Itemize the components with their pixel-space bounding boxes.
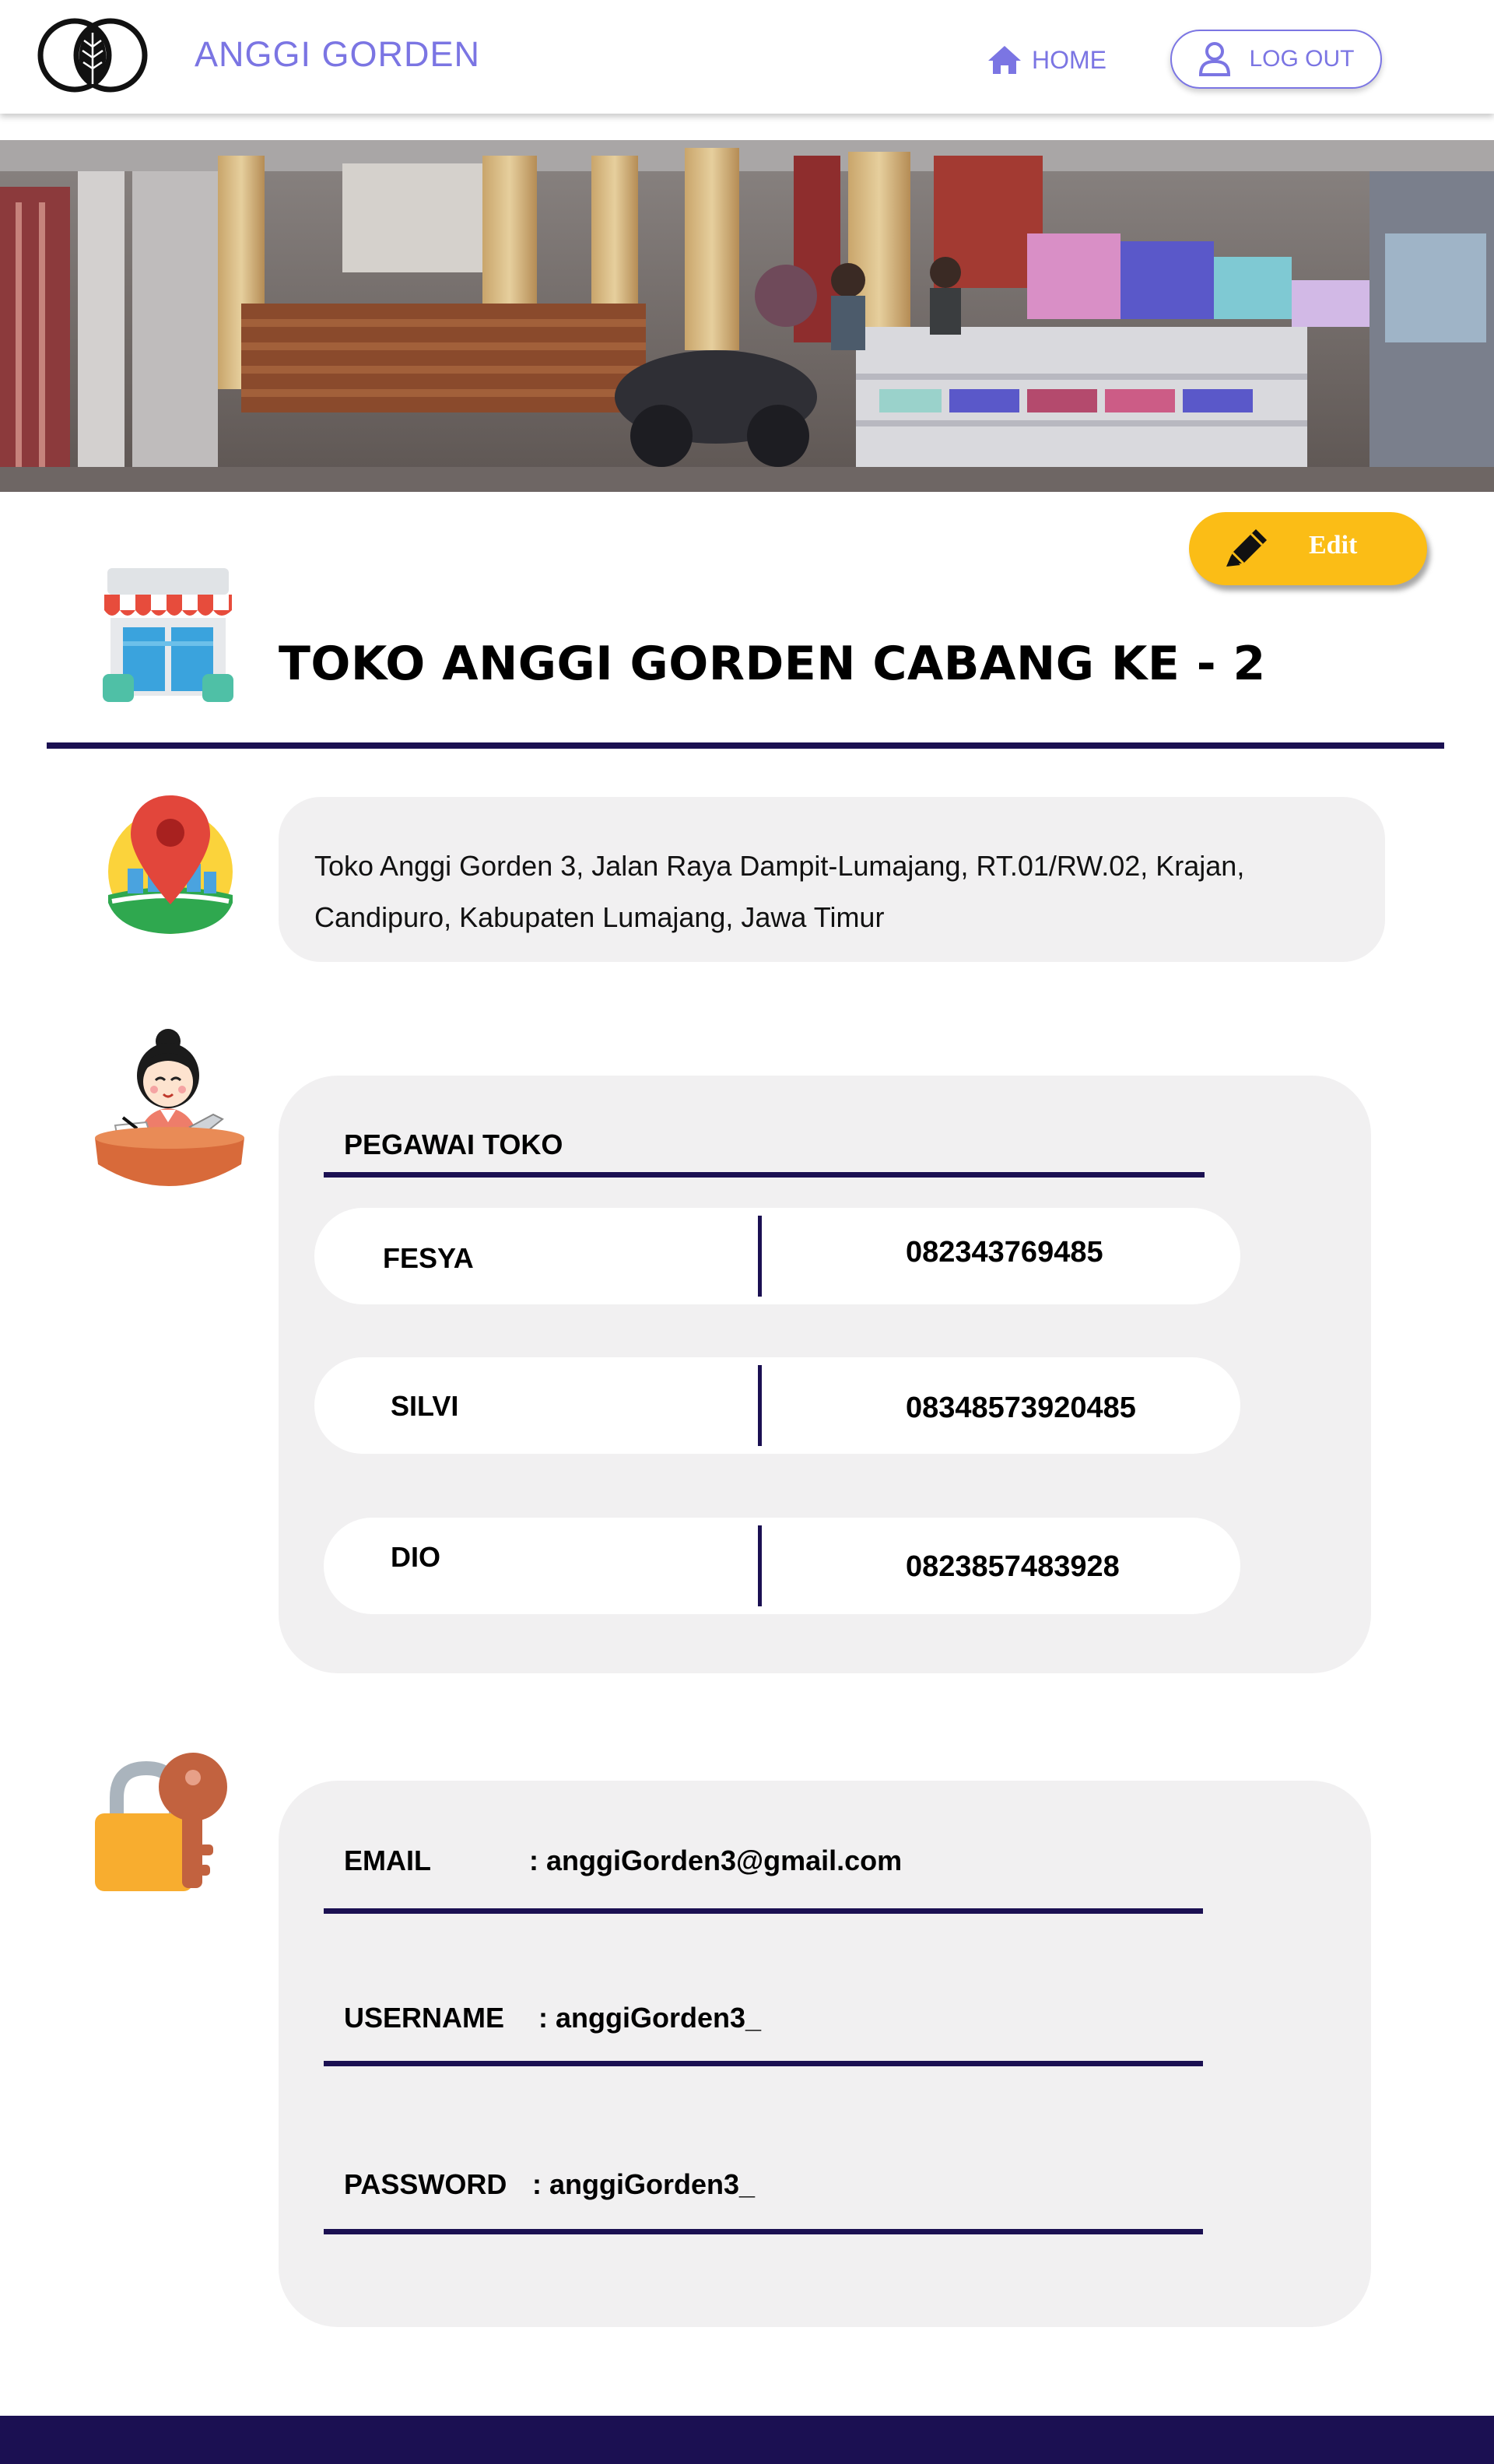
footer-bar bbox=[0, 2416, 1494, 2464]
row-separator bbox=[758, 1525, 762, 1606]
navbar: ANGGI GORDEN HOME LOG OUT bbox=[0, 0, 1494, 114]
password-divider bbox=[324, 2229, 1203, 2234]
shopkeeper-icon bbox=[92, 1027, 247, 1208]
employee-row: SILVI 08348573920485 bbox=[314, 1357, 1240, 1454]
password-label: PASSWORD bbox=[344, 2168, 507, 2200]
map-pin-icon bbox=[104, 794, 237, 937]
brand-name[interactable]: ANGGI GORDEN bbox=[195, 34, 480, 75]
row-separator bbox=[758, 1365, 762, 1446]
title-divider bbox=[47, 742, 1444, 749]
lock-key-icon bbox=[92, 1751, 232, 1894]
leaf-logo-icon[interactable] bbox=[34, 16, 151, 95]
username-divider bbox=[324, 2061, 1203, 2066]
email-divider bbox=[324, 1908, 1203, 1914]
employee-phone: 0823857483928 bbox=[906, 1550, 1120, 1583]
logout-button[interactable]: LOG OUT bbox=[1170, 30, 1382, 89]
home-label: HOME bbox=[1032, 45, 1106, 74]
home-icon bbox=[988, 46, 1021, 74]
pencil-icon bbox=[1226, 529, 1267, 567]
employees-heading: PEGAWAI TOKO bbox=[344, 1128, 563, 1160]
username-label: USERNAME bbox=[344, 2002, 505, 2034]
employee-name: SILVI bbox=[391, 1390, 459, 1422]
password-value: : anggiGorden3_ bbox=[532, 2168, 756, 2200]
user-icon bbox=[1199, 42, 1231, 76]
employee-row: DIO 0823857483928 bbox=[324, 1518, 1240, 1614]
email-value: : anggiGorden3@gmail.com bbox=[529, 1844, 903, 1876]
credentials-card: EMAIL : anggiGorden3@gmail.com USERNAME … bbox=[279, 1781, 1371, 2327]
employees-divider bbox=[324, 1172, 1205, 1178]
email-label: EMAIL bbox=[344, 1844, 431, 1876]
logout-label: LOG OUT bbox=[1249, 46, 1355, 72]
employee-phone: 08348573920485 bbox=[906, 1392, 1136, 1424]
username-value: : anggiGorden3_ bbox=[538, 2002, 762, 2034]
edit-button[interactable]: Edit bbox=[1189, 512, 1427, 585]
store-icon bbox=[100, 567, 237, 704]
employee-name: DIO bbox=[391, 1541, 441, 1573]
home-link[interactable]: HOME bbox=[987, 44, 1106, 76]
store-title: TOKO ANGGI GORDEN CABANG KE - 2 bbox=[279, 637, 1266, 691]
employees-card: PEGAWAI TOKO FESYA 082343769485 SILVI 08… bbox=[279, 1076, 1371, 1673]
employee-row: FESYA 082343769485 bbox=[314, 1208, 1240, 1304]
store-address: Toko Anggi Gorden 3, Jalan Raya Dampit-L… bbox=[314, 850, 1245, 933]
edit-label: Edit bbox=[1309, 531, 1358, 560]
row-separator bbox=[758, 1216, 762, 1297]
employee-name: FESYA bbox=[383, 1242, 474, 1274]
store-banner-image bbox=[0, 140, 1494, 492]
address-card: Toko Anggi Gorden 3, Jalan Raya Dampit-L… bbox=[279, 797, 1385, 962]
employee-phone: 082343769485 bbox=[906, 1236, 1103, 1269]
